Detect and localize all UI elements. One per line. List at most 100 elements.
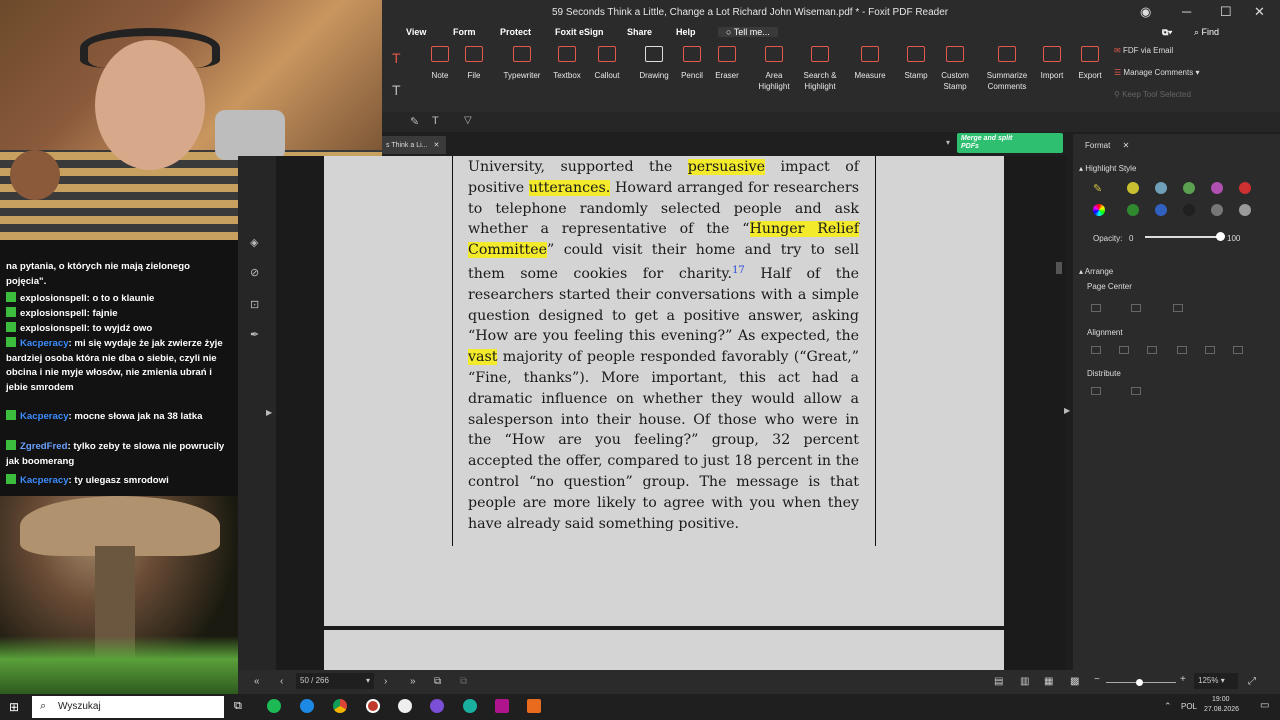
highlighter-icon[interactable]: ✎ xyxy=(1093,182,1102,195)
layers-icon[interactable]: ◈ xyxy=(250,236,262,249)
export-button[interactable]: Export xyxy=(1076,46,1104,81)
manage-comments-button[interactable]: ☰ Manage Comments ▾ xyxy=(1114,68,1199,77)
text-tool-icon[interactable]: T xyxy=(392,50,401,66)
callout-button[interactable]: Callout xyxy=(592,46,622,81)
menu-share[interactable]: Share xyxy=(627,27,652,37)
first-page-icon[interactable]: « xyxy=(254,676,260,687)
zoom-out-icon[interactable]: − xyxy=(1094,674,1100,685)
footnote-link[interactable]: 17 xyxy=(732,265,745,276)
language-indicator[interactable]: POL xyxy=(1181,702,1197,711)
account-icon[interactable]: ◉ xyxy=(1140,4,1151,20)
color-swatch[interactable] xyxy=(1239,204,1251,216)
zoom-slider-handle[interactable] xyxy=(1136,679,1143,686)
align-right-icon[interactable] xyxy=(1147,346,1157,354)
distribute-horizontal-icon[interactable] xyxy=(1091,387,1101,395)
textbox-button[interactable]: Textbox xyxy=(550,46,584,81)
text-tool-2-icon[interactable]: T xyxy=(392,82,401,98)
custom-stamp-button[interactable]: Custom Stamp xyxy=(938,46,972,92)
clock-date[interactable]: 27.08.2026 xyxy=(1204,706,1239,713)
highlight-style-section[interactable]: ▴ Highlight Style xyxy=(1079,164,1136,173)
color-swatch[interactable] xyxy=(1155,204,1167,216)
align-center-icon[interactable] xyxy=(1119,346,1129,354)
chat-username[interactable]: explosionspell xyxy=(20,308,87,319)
edit-icon[interactable]: ✎ xyxy=(410,115,419,128)
align-middle-icon[interactable] xyxy=(1205,346,1215,354)
fdf-via-email-button[interactable]: ✉ FDF via Email xyxy=(1114,46,1173,55)
edge-icon[interactable] xyxy=(300,699,314,713)
collapse-right-panel-icon[interactable]: ▶ xyxy=(1064,406,1070,415)
chevron-down-icon[interactable]: ▽ xyxy=(464,115,472,126)
color-swatch[interactable] xyxy=(1183,204,1195,216)
menu-protect[interactable]: Protect xyxy=(500,27,531,37)
task-view-icon[interactable]: ⧉ xyxy=(234,700,242,713)
chat-username[interactable]: explosionspell xyxy=(20,323,87,334)
area-highlight-button[interactable]: Area Highlight xyxy=(756,46,792,92)
chat-username[interactable]: Kacperacy xyxy=(20,338,69,349)
minimize-button[interactable]: ─ xyxy=(1182,4,1191,19)
chat-username[interactable]: ZgredFred xyxy=(20,441,67,452)
chrome-icon[interactable] xyxy=(333,699,347,713)
menu-view[interactable]: View xyxy=(406,27,426,37)
typewriter-button[interactable]: Typewriter xyxy=(502,46,542,81)
highlight-vast[interactable]: vast xyxy=(468,349,498,366)
color-swatch[interactable] xyxy=(1239,182,1251,194)
single-page-icon[interactable]: ▤ xyxy=(994,676,1003,687)
copy-page-icon[interactable]: ⧉ xyxy=(434,676,441,687)
notification-icon[interactable]: ▭ xyxy=(1260,700,1269,711)
pencil-button[interactable]: Pencil xyxy=(680,46,704,81)
streaming-app-icon[interactable] xyxy=(430,699,444,713)
tray-chevron-icon[interactable]: ⌃ xyxy=(1164,701,1172,712)
last-page-icon[interactable]: » xyxy=(410,676,416,687)
reflow-icon[interactable]: ⧉ xyxy=(460,676,467,687)
menu-foxit-esign[interactable]: Foxit eSign xyxy=(555,27,604,37)
tab-dropdown-icon[interactable]: ▾ xyxy=(946,138,950,147)
close-button[interactable]: ✕ xyxy=(1254,4,1265,20)
cover-icon[interactable]: ▩ xyxy=(1070,676,1079,687)
format-tab[interactable]: Format ✕ xyxy=(1085,141,1129,150)
tell-me-search[interactable]: ○ Tell me... xyxy=(718,27,778,37)
fullscreen-icon[interactable]: ⤢ xyxy=(1248,676,1256,687)
app-icon[interactable] xyxy=(398,699,412,713)
chat-username[interactable]: Kacperacy xyxy=(20,475,69,486)
opacity-slider-handle[interactable] xyxy=(1216,232,1225,241)
align-top-icon[interactable] xyxy=(1177,346,1187,354)
onenote-icon[interactable] xyxy=(495,699,509,713)
opera-icon[interactable] xyxy=(366,699,380,713)
continuous-icon[interactable]: ▥ xyxy=(1020,676,1029,687)
import-button[interactable]: Import xyxy=(1038,46,1066,81)
maximize-button[interactable]: ☐ xyxy=(1220,4,1232,20)
stamp-button[interactable]: Stamp xyxy=(904,46,928,81)
align-bottom-icon[interactable] xyxy=(1233,346,1243,354)
measure-button[interactable]: Measure xyxy=(854,46,886,81)
page-text[interactable]: University, supported the persuasive imp… xyxy=(468,157,860,534)
color-swatch[interactable] xyxy=(1183,182,1195,194)
distribute-vertical-icon[interactable] xyxy=(1131,387,1141,395)
center-horizontal-icon[interactable] xyxy=(1091,304,1101,312)
note-button[interactable]: Note xyxy=(428,46,452,81)
layout-icon[interactable]: ⧉▾ xyxy=(1162,27,1172,38)
menu-form[interactable]: Form xyxy=(453,27,476,37)
attachment-icon[interactable]: ⊘ xyxy=(250,266,262,279)
highlight-utterances[interactable]: utterances. xyxy=(528,179,611,196)
color-swatch[interactable] xyxy=(1127,204,1139,216)
color-swatch[interactable] xyxy=(1155,182,1167,194)
color-swatch[interactable] xyxy=(1211,204,1223,216)
spotify-icon[interactable] xyxy=(267,699,281,713)
close-icon[interactable]: ✕ xyxy=(1123,141,1130,150)
text-icon[interactable]: T xyxy=(432,115,439,127)
search-highlight-button[interactable]: Search & Highlight xyxy=(800,46,840,92)
chat-app-icon[interactable] xyxy=(463,699,477,713)
opacity-slider[interactable] xyxy=(1145,236,1221,238)
color-picker-icon[interactable] xyxy=(1093,204,1105,216)
file-button[interactable]: File xyxy=(462,46,486,81)
chat-username[interactable]: Kacperacy xyxy=(20,411,69,422)
color-swatch[interactable] xyxy=(1211,182,1223,194)
next-page-icon[interactable]: › xyxy=(384,676,387,687)
zoom-in-icon[interactable]: + xyxy=(1180,674,1186,685)
arrange-section[interactable]: ▴ Arrange xyxy=(1079,267,1113,276)
facing-icon[interactable]: ▦ xyxy=(1044,676,1053,687)
highlight-persuasive[interactable]: persuasive xyxy=(687,159,766,175)
close-tab-icon[interactable]: ✕ xyxy=(433,142,439,149)
menu-help[interactable]: Help xyxy=(676,27,696,37)
keep-tool-selected-button[interactable]: ⚲ Keep Tool Selected xyxy=(1114,90,1191,99)
